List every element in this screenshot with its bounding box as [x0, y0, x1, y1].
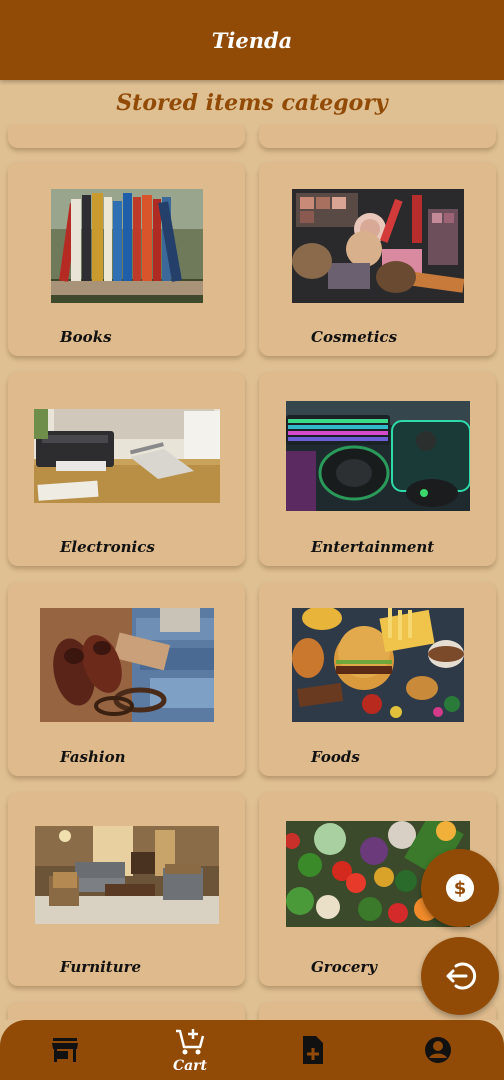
logout-icon — [446, 962, 477, 990]
category-card-cosmetics[interactable]: Cosmetics — [259, 162, 496, 356]
account-icon — [425, 1037, 451, 1063]
category-label: Electronics — [60, 538, 155, 556]
nav-item-store[interactable] — [25, 1020, 105, 1080]
category-label: Grocery — [311, 958, 378, 976]
nav-item-cart[interactable]: Cart — [150, 1020, 230, 1080]
svg-text:$: $ — [454, 878, 467, 899]
dollar-fab-button[interactable]: $ — [421, 849, 499, 927]
category-card-electronics[interactable]: Electronics — [8, 372, 245, 566]
books-image — [50, 189, 203, 303]
category-card-partial[interactable] — [8, 1002, 245, 1020]
category-card-entertainment[interactable]: Entertainment — [259, 372, 496, 566]
category-card-fashion[interactable]: Fashion — [8, 582, 245, 776]
add-document-icon — [303, 1036, 323, 1064]
store-icon — [52, 1038, 78, 1062]
dollar-icon: $ — [446, 874, 474, 902]
category-label: Fashion — [60, 748, 126, 766]
cosmetics-image — [291, 189, 464, 303]
fashion-image — [39, 608, 214, 722]
app-bar: Tienda — [0, 0, 504, 80]
electronics-image — [33, 409, 220, 503]
add-cart-icon — [176, 1028, 205, 1054]
category-label: Foods — [311, 748, 360, 766]
entertainment-image — [285, 401, 470, 511]
nav-item-add-document[interactable] — [273, 1020, 353, 1080]
category-card-partial[interactable] — [8, 124, 245, 148]
category-card-furniture[interactable]: Furniture — [8, 792, 245, 986]
nav-item-account[interactable] — [398, 1020, 478, 1080]
category-label: Furniture — [60, 958, 142, 976]
category-card-books[interactable]: Books — [8, 162, 245, 356]
category-label: Cosmetics — [311, 328, 398, 346]
section-title: Stored items category — [116, 90, 388, 116]
logout-fab-button[interactable] — [421, 937, 499, 1015]
furniture-image — [34, 826, 219, 924]
foods-image — [291, 608, 464, 722]
category-label: Entertainment — [311, 538, 435, 556]
app-title: Tienda — [211, 27, 293, 53]
category-card-foods[interactable]: Foods — [259, 582, 496, 776]
nav-label-cart: Cart — [172, 1057, 208, 1074]
bottom-navigation: Cart — [0, 1020, 504, 1080]
category-label: Books — [60, 328, 112, 346]
category-card-partial[interactable] — [259, 124, 496, 148]
